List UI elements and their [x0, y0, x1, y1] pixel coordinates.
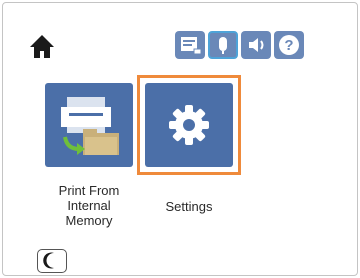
volume-button[interactable]	[241, 31, 271, 59]
selection-highlight	[137, 75, 241, 175]
help-icon: ?	[279, 35, 299, 55]
network-status-button[interactable]	[175, 31, 205, 59]
home-button[interactable]	[27, 31, 57, 61]
voice-mic-icon	[219, 37, 227, 54]
svg-text:?: ?	[284, 37, 293, 54]
volume-icon	[249, 38, 264, 52]
network-status-icon	[181, 37, 202, 55]
print-from-memory-icon	[61, 97, 119, 155]
print-from-memory-tile[interactable]	[45, 83, 133, 167]
home-icon	[30, 35, 54, 58]
printer-control-panel: ? Print From Internal Memory Settings	[2, 2, 358, 276]
help-button[interactable]: ?	[274, 31, 304, 59]
sleep-button[interactable]	[37, 249, 67, 273]
voice-assistant-button[interactable]	[208, 31, 238, 59]
print-from-memory-label: Print From Internal Memory	[58, 183, 120, 228]
settings-label: Settings	[165, 199, 213, 214]
moon-icon	[43, 252, 54, 269]
